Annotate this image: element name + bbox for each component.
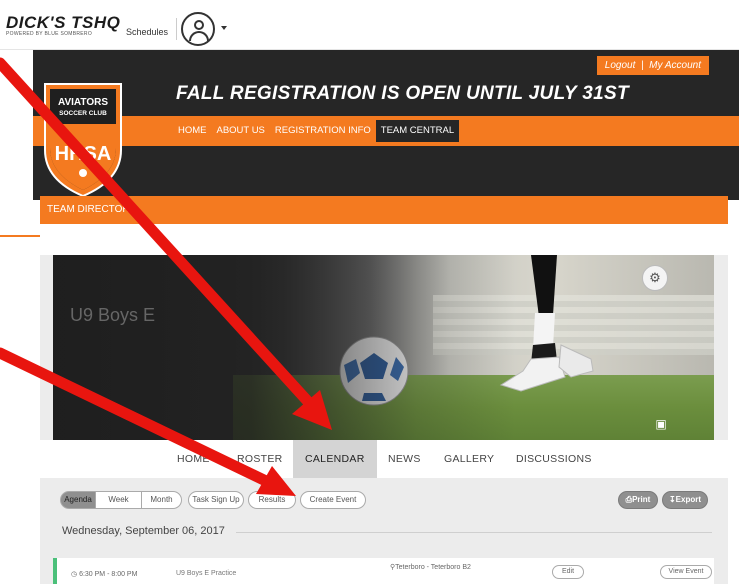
account-separator: | [640,60,644,71]
print-button[interactable]: ⎙Print [618,491,658,509]
camera-icon[interactable]: ▣ [652,416,670,432]
accent-line [0,235,40,237]
event-title[interactable]: U9 Boys E Practice [176,570,236,577]
logo-line1: AVIATORS [58,97,108,108]
club-logo[interactable]: AVIATORS SOCCER CLUB HHSA [42,80,124,198]
event-location[interactable]: ⚲Teterboro - Teterboro B2 [390,563,471,571]
top-bar: DICK'S TSHQ POWERED BY BLUE SOMBRERO Sch… [0,0,739,50]
team-directory-bar: TEAM DIRECTORY [40,196,728,224]
date-header: Wednesday, September 06, 2017 [62,525,225,537]
divider [176,18,177,40]
event-time: ◷ 6:30 PM - 8:00 PM [71,570,137,578]
team-tabs: HOME ROSTER CALENDAR NEWS GALLERY DISCUS… [40,440,728,478]
clock-icon: ◷ [71,571,78,578]
team-card: U9 Boys E HOME ROSTER CALENDAR NEWS GALL… [40,224,728,584]
gear-icon[interactable]: ⚙ [642,265,668,291]
logo-line2: SOCCER CLUB [59,110,107,117]
edit-event-button[interactable]: Edit [552,565,584,579]
nav-item-team-central[interactable]: TEAM CENTRAL [375,120,460,142]
week-view-button[interactable]: Week [96,491,142,509]
create-event-button[interactable]: Create Event [300,491,366,509]
view-event-button[interactable]: View Event [660,565,712,579]
results-button[interactable]: Results [248,491,296,509]
print-label: Print [632,495,651,504]
team-directory-title: TEAM DIRECTORY [47,204,137,215]
export-button[interactable]: ↧Export [662,491,708,509]
download-icon: ↧ [668,495,676,504]
event-row[interactable]: ◷ 6:30 PM - 8:00 PM U9 Boys E Practice ⚲… [53,558,714,584]
logout-link[interactable]: Logout [605,60,636,71]
tab-home[interactable]: HOME [177,440,210,478]
tab-discussions[interactable]: DISCUSSIONS [516,440,592,478]
nav-item-registration-info[interactable]: REGISTRATION INFO [270,120,376,142]
agenda-view-button[interactable]: Agenda [60,491,96,509]
registration-banner: FALL REGISTRATION IS OPEN UNTIL JULY 31S… [176,83,629,104]
tab-news[interactable]: NEWS [388,440,421,478]
tshq-logo[interactable]: DICK'S TSHQ POWERED BY BLUE SOMBRERO [6,13,120,37]
event-time-text: 6:30 PM - 8:00 PM [79,571,138,578]
tab-roster[interactable]: ROSTER [237,440,283,478]
card-top [40,224,728,255]
site-header: Logout | My Account FALL REGISTRATION IS… [33,50,739,200]
my-account-link[interactable]: My Account [649,60,701,71]
task-signup-button[interactable]: Task Sign Up [188,491,244,509]
calendar-toolbar: Agenda Week Month Task Sign Up Results C… [40,478,728,584]
page: DICK'S TSHQ POWERED BY BLUE SOMBRERO Sch… [0,0,739,584]
team-name: U9 Boys E [70,305,156,325]
account-links: Logout | My Account [596,56,709,75]
logo-monogram: HHSA [55,143,112,165]
nav-item-home[interactable]: HOME [173,120,212,142]
schedules-link[interactable]: Schedules [126,27,168,37]
main-nav: HOME ABOUT US REGISTRATION INFO TEAM CEN… [173,120,460,142]
event-location-text: Teterboro - Teterboro B2 [395,564,471,571]
tab-gallery[interactable]: GALLERY [444,440,494,478]
user-avatar-icon[interactable] [181,12,215,46]
export-label: Export [675,495,702,504]
brand-name: DICK'S TSHQ [6,13,121,32]
chevron-down-icon[interactable] [221,26,227,30]
team-hero-image: U9 Boys E [53,255,714,440]
month-view-button[interactable]: Month [142,491,182,509]
date-divider [236,532,712,533]
nav-item-about-us[interactable]: ABOUT US [212,120,270,142]
tab-calendar[interactable]: CALENDAR [293,440,377,478]
